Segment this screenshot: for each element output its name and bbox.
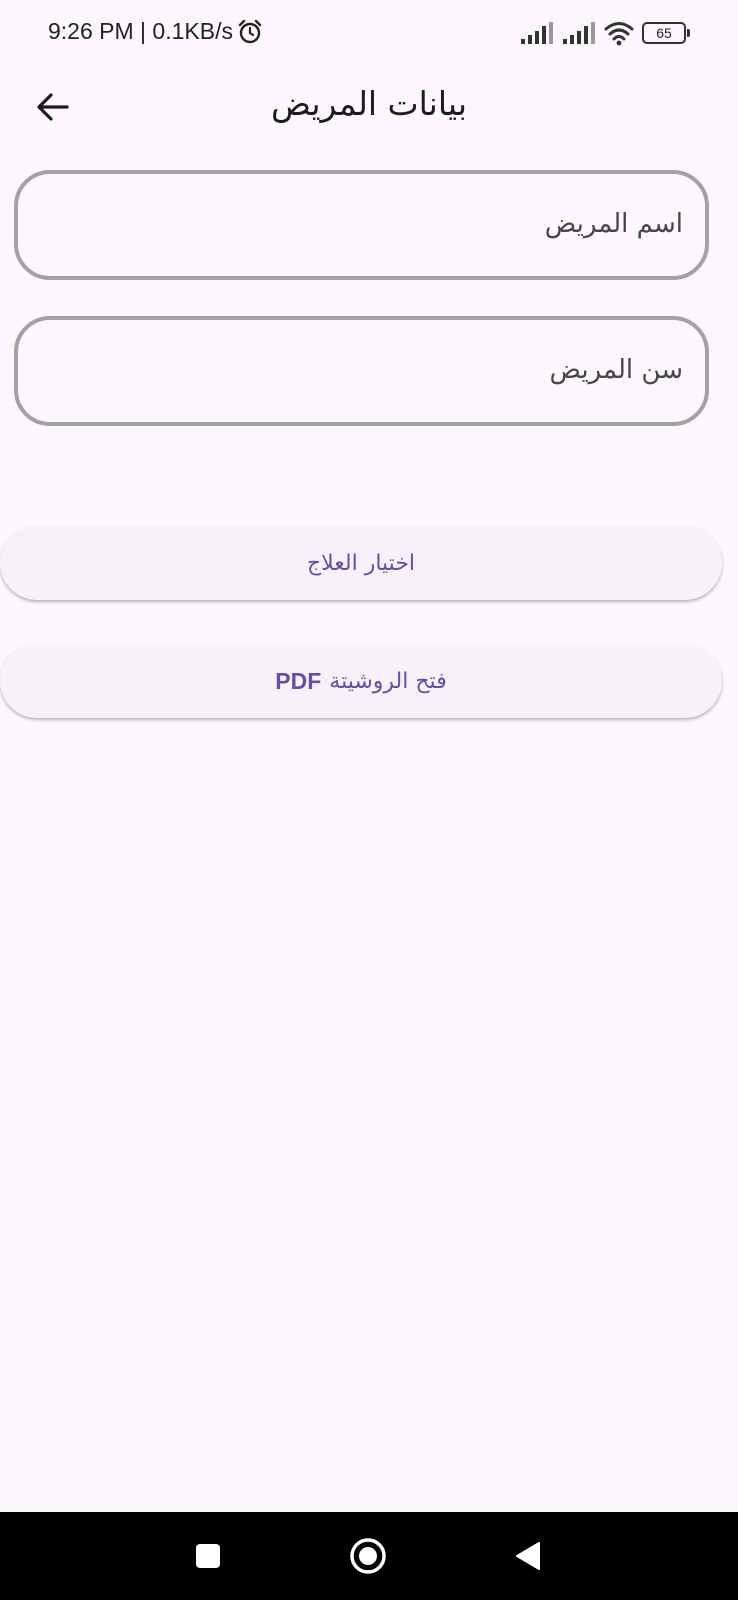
square-icon [196, 1544, 220, 1568]
status-time: 9:26 PM | 0.1KB/s [48, 18, 233, 44]
select-treatment-button[interactable]: اختيار العلاج [0, 526, 722, 600]
app-bar: بيانات المريض [0, 68, 738, 148]
alarm-clock-icon [237, 19, 263, 45]
recents-button[interactable] [182, 1530, 234, 1582]
status-right: 65 [520, 20, 690, 46]
page-title: بيانات المريض [270, 84, 468, 123]
circle-icon [350, 1538, 386, 1574]
cell-signal-icon [563, 22, 595, 44]
patient-age-field[interactable] [14, 316, 709, 426]
nav-back-button[interactable] [502, 1530, 554, 1582]
wifi-icon [604, 22, 634, 46]
cell-signal-icon [521, 22, 553, 44]
patient-age-input[interactable] [42, 320, 685, 422]
battery-indicator: 65 [642, 22, 690, 44]
triangle-back-icon [516, 1542, 540, 1570]
status-left: 9:26 PM | 0.1KB/s [48, 18, 263, 45]
patient-name-input[interactable] [42, 174, 685, 276]
system-navigation-bar [0, 1512, 738, 1600]
select-treatment-label: اختيار العلاج [306, 550, 416, 576]
open-prescription-label: فتح الروشيتة [329, 668, 447, 694]
patient-name-field[interactable] [14, 170, 709, 280]
pdf-label: PDF [275, 667, 322, 694]
open-prescription-pdf-button[interactable]: فتح الروشيتة PDF [0, 644, 722, 718]
home-button[interactable] [342, 1530, 394, 1582]
status-bar: 9:26 PM | 0.1KB/s 65 [0, 0, 738, 68]
